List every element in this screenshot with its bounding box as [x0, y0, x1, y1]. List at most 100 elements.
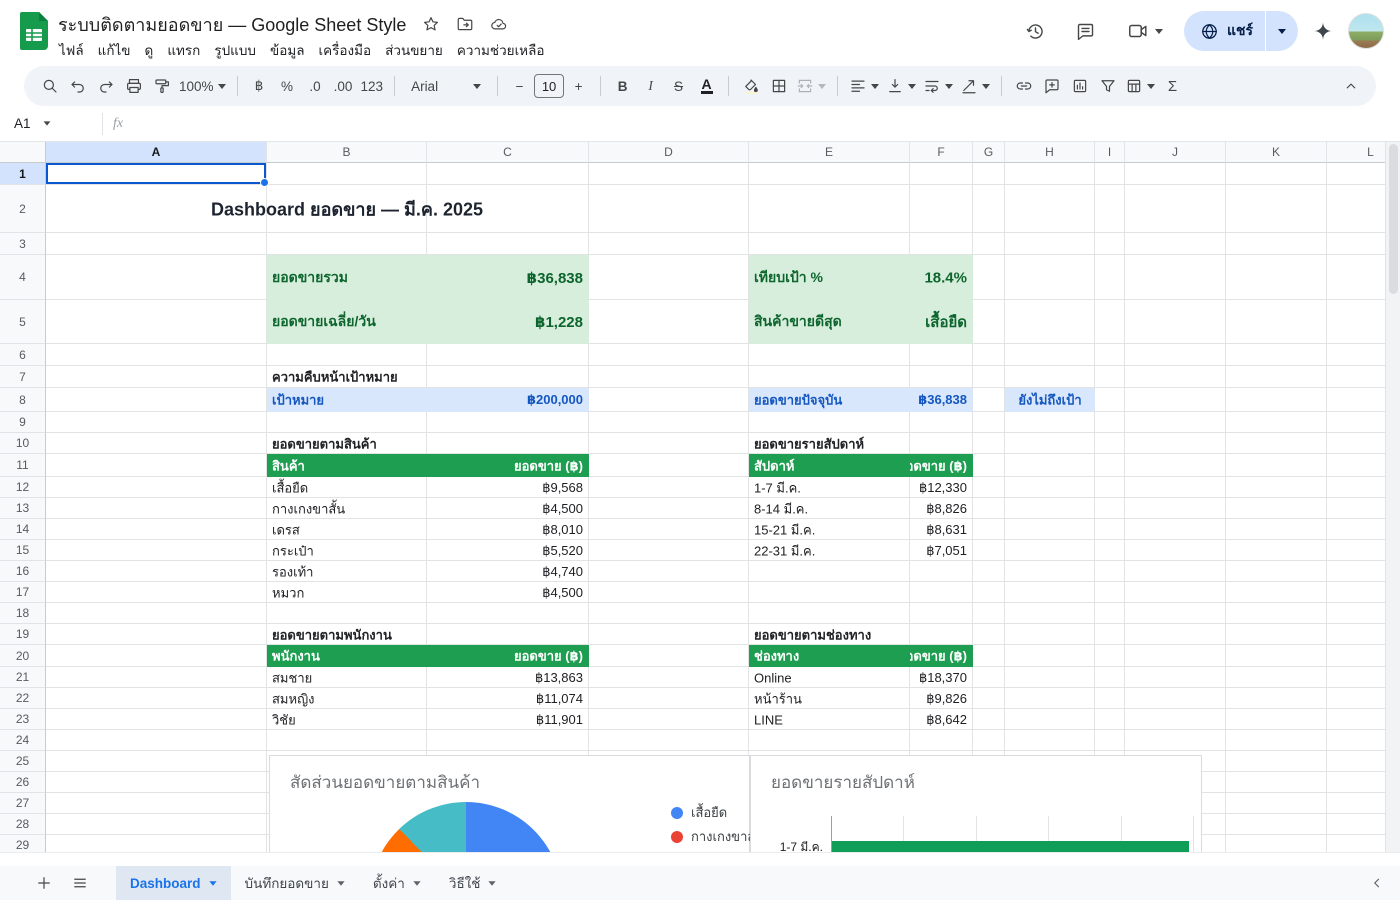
redo-icon[interactable] — [92, 73, 119, 100]
column-header-I[interactable]: I — [1095, 142, 1125, 163]
cell-E21[interactable]: Online — [749, 667, 910, 688]
row-header-19[interactable]: 19 — [0, 624, 46, 645]
cell-B19[interactable]: ยอดขายตามพนักงาน — [267, 624, 427, 645]
print-icon[interactable] — [120, 73, 147, 100]
cell-B22[interactable]: สมหญิง — [267, 688, 427, 709]
cell-F21[interactable]: ฿18,370 — [910, 667, 973, 688]
cell-C5[interactable]: ฿1,228 — [427, 300, 589, 344]
increase-font-size-button[interactable]: + — [565, 73, 592, 100]
cell-B15[interactable]: กระเป๋า — [267, 540, 427, 561]
cell-E15[interactable]: 22-31 มี.ค. — [749, 540, 910, 561]
share-button[interactable]: แชร์ — [1184, 11, 1298, 51]
cell-C23[interactable]: ฿11,901 — [427, 709, 589, 730]
column-header-L[interactable]: L — [1327, 142, 1385, 163]
font-select[interactable]: Arial — [403, 73, 489, 100]
row-header-15[interactable]: 15 — [0, 540, 46, 561]
column-header-J[interactable]: J — [1125, 142, 1226, 163]
cell-B17[interactable]: หมวก — [267, 582, 427, 603]
create-filter-icon[interactable] — [1094, 73, 1121, 100]
cell-E4[interactable]: เทียบเป้า % — [749, 255, 910, 300]
cell-F23[interactable]: ฿8,642 — [910, 709, 973, 730]
cell-F12[interactable]: ฿12,330 — [910, 477, 973, 498]
cell-C8[interactable]: ฿200,000 — [427, 388, 589, 412]
cell-F5[interactable]: เสื้อยืด — [910, 300, 973, 344]
more-formats-button[interactable]: 123 — [358, 73, 387, 100]
strikethrough-button[interactable]: S — [665, 73, 692, 100]
row-header-12[interactable]: 12 — [0, 477, 46, 498]
table-views-icon[interactable] — [1122, 73, 1158, 100]
column-header-A[interactable]: A — [46, 142, 267, 163]
vertical-scrollbar-thumb[interactable] — [1389, 144, 1398, 294]
undo-icon[interactable] — [64, 73, 91, 100]
all-sheets-icon[interactable] — [62, 866, 98, 900]
move-folder-icon[interactable] — [455, 15, 474, 34]
sheet-tab-dashboard[interactable]: Dashboard — [116, 866, 231, 900]
cell-F22[interactable]: ฿9,826 — [910, 688, 973, 709]
cell-C17[interactable]: ฿4,500 — [427, 582, 589, 603]
cell-C12[interactable]: ฿9,568 — [427, 477, 589, 498]
cell-B20[interactable]: พนักงาน — [267, 645, 427, 667]
sheets-logo[interactable] — [20, 12, 48, 50]
sheet-tab-caret-icon[interactable] — [209, 881, 216, 886]
cell-E13[interactable]: 8-14 มี.ค. — [749, 498, 910, 519]
cell-B11[interactable]: สินค้า — [267, 454, 427, 477]
row-header-26[interactable]: 26 — [0, 772, 46, 793]
row-header-8[interactable]: 8 — [0, 388, 46, 412]
cell-B16[interactable]: รองเท้า — [267, 561, 427, 582]
text-rotation-icon[interactable] — [957, 73, 993, 100]
row-header-27[interactable]: 27 — [0, 793, 46, 814]
row-header-29[interactable]: 29 — [0, 835, 46, 852]
cell-C13[interactable]: ฿4,500 — [427, 498, 589, 519]
menu-view[interactable]: ดู — [138, 36, 161, 64]
row-header-6[interactable]: 6 — [0, 344, 46, 366]
column-header-F[interactable]: F — [910, 142, 973, 163]
row-header-25[interactable]: 25 — [0, 751, 46, 772]
text-wrap-icon[interactable] — [920, 73, 956, 100]
column-header-H[interactable]: H — [1005, 142, 1095, 163]
add-sheet-icon[interactable] — [26, 866, 62, 900]
cell-C11[interactable]: ยอดขาย (฿) — [427, 454, 589, 477]
column-header-D[interactable]: D — [589, 142, 749, 163]
increase-decimal-button[interactable]: .00 — [330, 73, 357, 100]
row-header-10[interactable]: 10 — [0, 433, 46, 454]
cell-F15[interactable]: ฿7,051 — [910, 540, 973, 561]
star-icon[interactable] — [421, 15, 440, 34]
version-history-icon[interactable] — [1016, 11, 1056, 51]
vertical-scrollbar[interactable] — [1385, 142, 1400, 852]
cloud-status-icon[interactable] — [489, 15, 508, 34]
gemini-sparkle-icon[interactable] — [1308, 11, 1338, 51]
collapse-toolbar-icon[interactable] — [1337, 73, 1364, 100]
fill-color-icon[interactable] — [737, 73, 764, 100]
decrease-font-size-button[interactable]: − — [506, 73, 533, 100]
share-caret-icon[interactable] — [1266, 11, 1298, 51]
comments-icon[interactable] — [1066, 11, 1106, 51]
horizontal-scrollbar[interactable] — [0, 852, 1400, 866]
name-box-caret-icon[interactable] — [43, 121, 50, 125]
cell-B7[interactable]: ความคืบหน้าเป้าหมาย — [267, 366, 427, 388]
cell-E12[interactable]: 1-7 มี.ค. — [749, 477, 910, 498]
font-size-input[interactable]: 10 — [534, 74, 564, 98]
cell-B12[interactable]: เสื้อยืด — [267, 477, 427, 498]
meet-video-icon[interactable] — [1116, 11, 1174, 51]
cell-B5[interactable]: ยอดขายเฉลี่ย/วัน — [267, 300, 427, 344]
cell-F11[interactable]: ยอดขาย (฿) — [910, 454, 973, 477]
row-header-23[interactable]: 23 — [0, 709, 46, 730]
cell-E20[interactable]: ช่องทาง — [749, 645, 910, 667]
cell-B23[interactable]: วิชัย — [267, 709, 427, 730]
cell-B2[interactable]: Dashboard ยอดขาย — มี.ค. 2025 — [267, 185, 427, 233]
row-header-22[interactable]: 22 — [0, 688, 46, 709]
italic-button[interactable]: I — [637, 73, 664, 100]
merge-cells-icon[interactable] — [793, 73, 829, 100]
cell-E22[interactable]: หน้าร้าน — [749, 688, 910, 709]
sheet-tab-settings[interactable]: ตั้งค่า — [359, 866, 435, 900]
menu-help[interactable]: ความช่วยเหลือ — [450, 36, 552, 64]
paint-format-icon[interactable] — [148, 73, 175, 100]
row-header-4[interactable]: 4 — [0, 255, 46, 300]
column-header-B[interactable]: B — [267, 142, 427, 163]
cell-E5[interactable]: สินค้าขายดีสุด — [749, 300, 910, 344]
column-header-E[interactable]: E — [749, 142, 910, 163]
cell-C21[interactable]: ฿13,863 — [427, 667, 589, 688]
borders-icon[interactable] — [765, 73, 792, 100]
cell-B21[interactable]: สมชาย — [267, 667, 427, 688]
horizontal-align-icon[interactable] — [846, 73, 882, 100]
